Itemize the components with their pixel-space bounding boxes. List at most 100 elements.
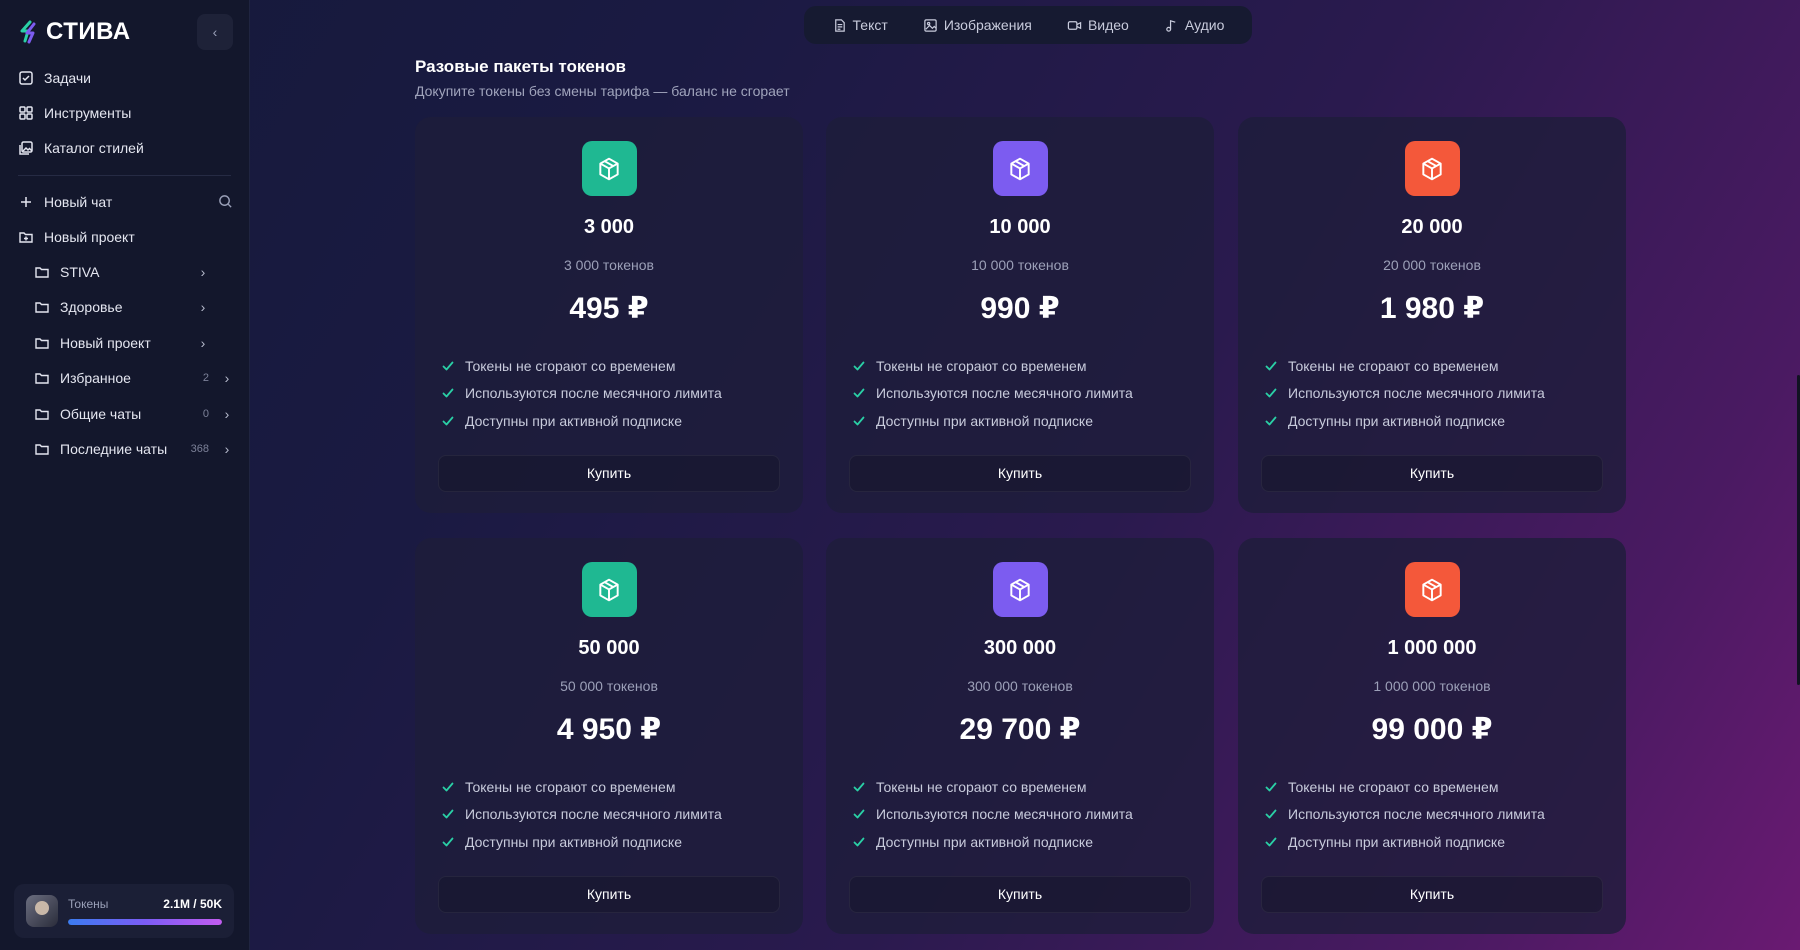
features-list: Токены не сгорают со временем Используютс… bbox=[415, 773, 803, 856]
tab-video[interactable]: Видео bbox=[1067, 17, 1129, 33]
check-icon bbox=[1265, 388, 1277, 398]
tab-label: Изображения bbox=[943, 17, 1032, 33]
folder-label: Избранное bbox=[60, 370, 131, 387]
feature-item: Токены не сгорают со временем bbox=[1264, 773, 1626, 801]
feature-text: Доступны при активной подписке bbox=[876, 412, 1093, 429]
buy-button[interactable]: Купить bbox=[1261, 875, 1603, 913]
folder-label: Общие чаты bbox=[60, 405, 142, 422]
avatar[interactable] bbox=[26, 895, 58, 927]
check-icon bbox=[1265, 361, 1277, 371]
feature-item: Токены не сгорают со временем bbox=[852, 352, 1214, 380]
feature-text: Используются после месячного лимита bbox=[876, 806, 1133, 823]
check-icon bbox=[853, 837, 865, 847]
logo[interactable]: СТИВА bbox=[16, 18, 131, 46]
tab-audio[interactable]: Аудио bbox=[1164, 17, 1224, 33]
check-icon bbox=[1265, 416, 1277, 426]
folder-icon bbox=[35, 373, 49, 384]
folder-icon bbox=[35, 444, 49, 455]
package-price: 29 700 ₽ bbox=[959, 713, 1081, 746]
tokens-label: Токены bbox=[68, 897, 109, 911]
feature-item: Используются после месячного лимита bbox=[852, 801, 1214, 829]
folder-label: Новый проект bbox=[60, 334, 151, 351]
feature-item: Доступны при активной подписке bbox=[852, 407, 1214, 435]
folder-item-health[interactable]: Здоровье › bbox=[0, 290, 249, 326]
package-card: 20 000 20 000 токенов 1 980 ₽ Токены не сго… bbox=[1238, 117, 1626, 513]
sidebar: СТИВА ‹ Задачи Инструменты Каталог стиле… bbox=[0, 0, 250, 950]
tab-label: Видео bbox=[1087, 17, 1129, 33]
feature-item: Используются после месячного лимита bbox=[1264, 380, 1626, 408]
folder-item-favorites[interactable]: Избранное 2 › bbox=[0, 361, 249, 397]
buy-button[interactable]: Купить bbox=[849, 454, 1191, 492]
package-tokens: 10 000 токенов bbox=[971, 257, 1069, 273]
new-chat-button[interactable]: Новый чат bbox=[18, 194, 112, 210]
check-icon bbox=[442, 388, 454, 398]
buy-button[interactable]: Купить bbox=[438, 875, 780, 913]
folder-item-recent-chats[interactable]: Последние чаты 368 › bbox=[0, 432, 249, 468]
feature-item: Используются после месячного лимита bbox=[1264, 801, 1626, 829]
sidebar-item-label: Задачи bbox=[44, 69, 92, 86]
feature-item: Токены не сгорают со временем bbox=[441, 773, 803, 801]
folder-item-new-project[interactable]: Новый проект › bbox=[0, 325, 249, 361]
new-project-label: Новый проект bbox=[44, 228, 135, 245]
folder-label: Здоровье bbox=[60, 299, 123, 316]
sidebar-item-tasks[interactable]: Задачи bbox=[0, 60, 249, 95]
folder-count: 368 bbox=[190, 443, 209, 456]
collapse-sidebar-button[interactable]: ‹ bbox=[197, 14, 233, 50]
tab-text[interactable]: Текст bbox=[832, 17, 888, 33]
divider bbox=[18, 175, 231, 176]
check-icon bbox=[853, 416, 865, 426]
chevron-right-icon: › bbox=[224, 441, 230, 458]
music-note-icon bbox=[1166, 19, 1176, 32]
feature-item: Доступны при активной подписке bbox=[1264, 407, 1626, 435]
feature-text: Используются после месячного лимита bbox=[1288, 385, 1545, 402]
sidebar-item-label: Каталог стилей bbox=[44, 139, 144, 156]
features-list: Токены не сгорают со временем Используютс… bbox=[826, 773, 1214, 856]
package-price: 4 950 ₽ bbox=[556, 713, 662, 746]
sidebar-item-styles-catalog[interactable]: Каталог стилей bbox=[0, 130, 249, 165]
gallery-icon bbox=[19, 140, 33, 155]
folder-icon bbox=[35, 409, 49, 420]
search-icon[interactable] bbox=[218, 194, 233, 209]
new-chat-row: Новый чат bbox=[0, 184, 249, 219]
package-tokens: 3 000 токенов bbox=[564, 257, 654, 273]
check-icon bbox=[853, 361, 865, 371]
feature-item: Используются после месячного лимита bbox=[441, 380, 803, 408]
feature-text: Используются после месячного лимита bbox=[465, 385, 722, 402]
tab-images[interactable]: Изображения bbox=[923, 17, 1032, 33]
new-project-row[interactable]: Новый проект bbox=[0, 219, 249, 254]
package-icon bbox=[1404, 562, 1460, 617]
section-title: Разовые пакеты токенов bbox=[415, 57, 626, 76]
sidebar-item-tools[interactable]: Инструменты bbox=[0, 95, 249, 130]
feature-text: Доступны при активной подписке bbox=[876, 833, 1093, 850]
media-tabs: Текст Изображения Видео Аудио bbox=[804, 6, 1252, 44]
chevron-right-icon: › bbox=[200, 299, 206, 316]
folder-item-stiva[interactable]: STIVA › bbox=[0, 254, 249, 290]
buy-button[interactable]: Купить bbox=[849, 875, 1191, 913]
feature-text: Используются после месячного лимита bbox=[1288, 806, 1545, 823]
folder-icon bbox=[35, 302, 49, 313]
check-icon bbox=[442, 782, 454, 792]
check-icon bbox=[442, 837, 454, 847]
feature-text: Доступны при активной подписке bbox=[465, 833, 682, 850]
package-box-icon bbox=[1422, 157, 1442, 180]
package-price: 990 ₽ bbox=[980, 292, 1060, 325]
buy-button[interactable]: Купить bbox=[438, 454, 780, 492]
feature-text: Токены не сгорают со временем bbox=[465, 778, 676, 795]
feature-text: Используются после месячного лимита bbox=[876, 385, 1133, 402]
tokens-progress-fill bbox=[68, 919, 222, 925]
package-icon bbox=[581, 141, 637, 196]
buy-button[interactable]: Купить bbox=[1261, 454, 1603, 492]
section-subtitle: Докупите токены без смены тарифа — балан… bbox=[415, 83, 790, 99]
chevron-right-icon: › bbox=[200, 263, 206, 280]
folder-item-shared-chats[interactable]: Общие чаты 0 › bbox=[0, 396, 249, 432]
package-box-icon bbox=[599, 578, 619, 601]
features-list: Токены не сгорают со временем Используютс… bbox=[826, 352, 1214, 435]
package-amount: 300 000 bbox=[983, 637, 1057, 659]
sidebar-header: СТИВА ‹ bbox=[0, 0, 249, 52]
package-card: 1 000 000 1 000 000 токенов 99 000 ₽ Токены… bbox=[1238, 538, 1626, 934]
chevron-right-icon: › bbox=[224, 370, 230, 387]
logo-icon bbox=[20, 20, 36, 44]
tokens-widget[interactable]: Токены 2.1M / 50K bbox=[14, 884, 234, 938]
feature-text: Используются после месячного лимита bbox=[465, 806, 722, 823]
package-amount: 3 000 bbox=[583, 216, 635, 238]
